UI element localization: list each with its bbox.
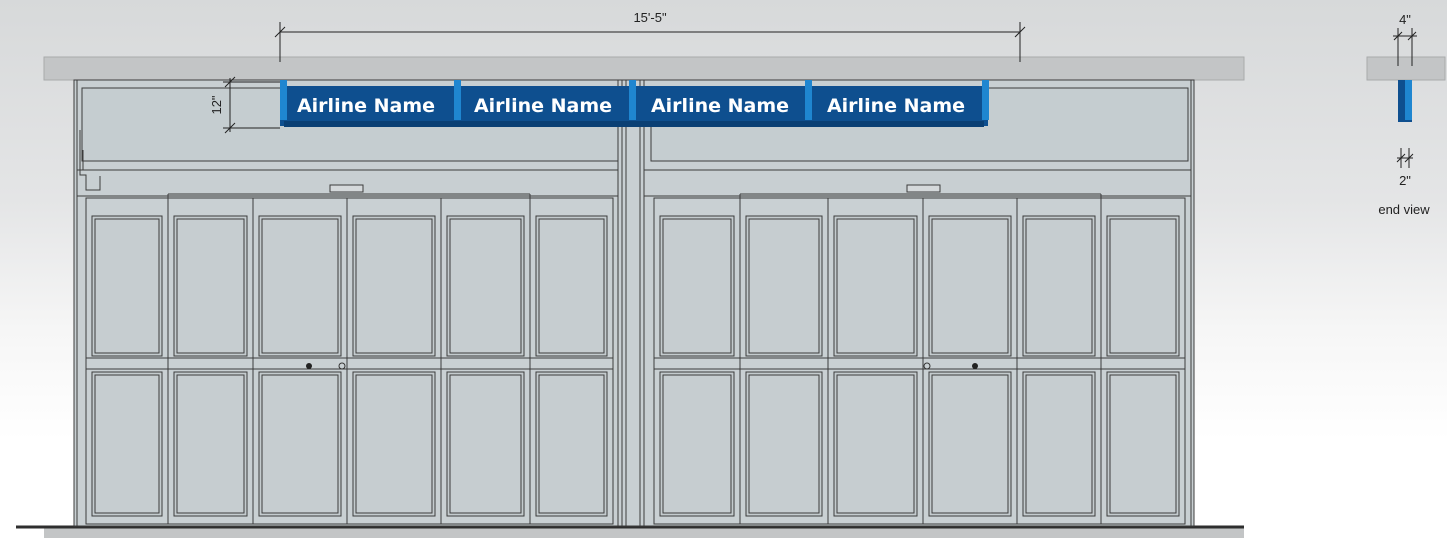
end-view-caption: end view <box>1378 202 1430 217</box>
canopy-beam <box>43 56 1245 81</box>
door-glass-lower-inner <box>662 374 732 514</box>
door-glass-upper-inner <box>355 218 433 354</box>
door-glass-lower-inner <box>1025 374 1093 514</box>
door-glass-lower-inner <box>836 374 915 514</box>
door-glass-upper-inner <box>94 218 160 354</box>
end-view-beam <box>1366 56 1446 81</box>
airline-sign: Airline Name Airline Name Airline Name A… <box>280 80 989 127</box>
door-glass-upper-inner <box>931 218 1009 354</box>
door-glass-lower-inner <box>1109 374 1177 514</box>
sign-panel-4-text: Airline Name <box>827 95 965 117</box>
overall-width-label: 15'-5" <box>633 10 667 25</box>
door-glass-upper-inner <box>449 218 522 354</box>
end-view-depth-label: 4" <box>1399 12 1411 27</box>
door-glass-upper-inner <box>538 218 605 354</box>
door-glass-upper-inner <box>1109 218 1177 354</box>
sign-accent-5 <box>982 80 989 120</box>
door-glass-upper-inner <box>836 218 915 354</box>
end-view-detail <box>1366 28 1446 168</box>
door-glass-upper-inner <box>176 218 245 354</box>
storefront-elevation-diagram: Airline Name Airline Name Airline Name A… <box>16 10 1446 538</box>
door-handle-left <box>306 363 312 369</box>
end-view-sign-accent <box>1405 80 1412 120</box>
door-glass-lower-inner <box>748 374 820 514</box>
sign-panel-1-text: Airline Name <box>297 95 435 117</box>
end-view-thickness-label: 2" <box>1399 173 1411 188</box>
door-handle-right <box>972 363 978 369</box>
sign-accent-2 <box>454 80 461 120</box>
door-glass-upper-inner <box>261 218 339 354</box>
sign-accent-1 <box>280 80 287 120</box>
overall-width-dimension <box>274 22 1026 62</box>
sign-accent-4 <box>805 80 812 120</box>
door-glass-lower-inner <box>176 374 245 514</box>
sign-shadow <box>284 121 984 127</box>
door-glass-upper-inner <box>748 218 820 354</box>
door-glass-lower-inner <box>94 374 160 514</box>
door-glass-upper-inner <box>662 218 732 354</box>
door-glass-lower-inner <box>931 374 1009 514</box>
door-glass-lower-inner <box>449 374 522 514</box>
door-operator-right <box>906 184 941 193</box>
door-glass-lower-inner <box>355 374 433 514</box>
sign-panel-3-text: Airline Name <box>651 95 789 117</box>
sign-panel-2-text: Airline Name <box>474 95 612 117</box>
door-glass-lower-inner <box>538 374 605 514</box>
door-glass-upper-inner <box>1025 218 1093 354</box>
sign-height-label: 12" <box>209 95 224 114</box>
sign-accent-3 <box>629 80 636 120</box>
door-glass-lower-inner <box>261 374 339 514</box>
door-operator-left <box>329 184 364 193</box>
